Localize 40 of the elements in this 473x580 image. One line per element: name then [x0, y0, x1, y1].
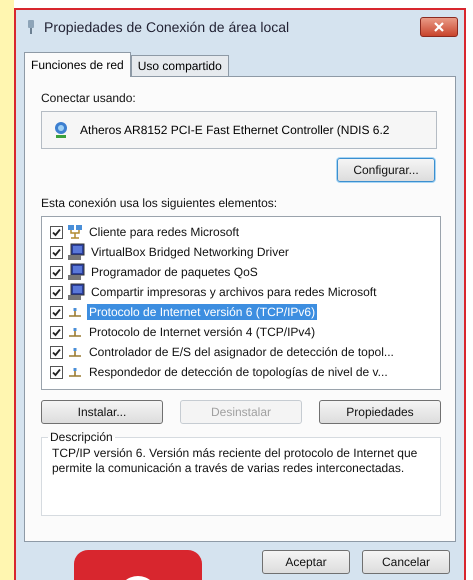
dialog-button[interactable]: Cancelar: [362, 550, 450, 574]
connector-icon: [67, 366, 83, 378]
list-item[interactable]: Compartir impresoras y archivos para redes Microsoft: [89, 284, 378, 300]
action-button[interactable]: Propiedades: [319, 400, 441, 424]
list-item[interactable]: VirtualBox Bridged Networking Driver: [89, 244, 291, 260]
window-title: Propiedades de Conexión de área local: [44, 19, 290, 35]
network-adapter-icon: [52, 121, 70, 139]
checkbox[interactable]: [50, 346, 63, 358]
tab[interactable]: Funciones de red: [24, 52, 131, 77]
computer-icon: [67, 243, 85, 261]
list-item[interactable]: Controlador de E/S del asignador de detección de topol...: [87, 344, 396, 360]
checkbox[interactable]: [50, 286, 63, 298]
close-button[interactable]: [420, 17, 458, 37]
list-item[interactable]: Protocolo de Internet versión 4 (TCP/IPv4): [87, 324, 318, 340]
configure-button[interactable]: Configurar...: [337, 158, 435, 182]
computer-icon: [67, 263, 85, 281]
checkbox[interactable]: [50, 306, 63, 318]
list-item[interactable]: Cliente para redes Microsoft: [87, 224, 242, 240]
checkbox[interactable]: [50, 226, 63, 238]
description-text: TCP/IP versión 6. Versión más reciente del protocolo de Internet que permite la comunicación a través de varias redes interconectadas.: [52, 446, 418, 476]
checkbox[interactable]: [50, 326, 63, 338]
checkbox[interactable]: [50, 366, 63, 378]
network-icon: [67, 224, 83, 240]
dialog-button[interactable]: Aceptar: [262, 550, 350, 574]
adapter-name: Atheros AR8152 PCI-E Fast Ethernet Controller (NDIS 6.2: [80, 123, 390, 137]
close-icon: [434, 22, 444, 32]
network-plug-icon: [26, 19, 36, 35]
group-title: Descripción: [49, 430, 114, 444]
action-button[interactable]: Instalar...: [41, 400, 163, 424]
connector-icon: [67, 346, 83, 358]
checkbox[interactable]: [50, 266, 63, 278]
list-item[interactable]: Respondedor de detección de topologías de nivel de v...: [87, 364, 390, 380]
connector-icon: [67, 306, 83, 318]
field-label: Conectar usando:: [41, 91, 137, 105]
tab[interactable]: Uso compartido: [130, 55, 229, 77]
checkbox[interactable]: [50, 246, 63, 258]
list-item[interactable]: Programador de paquetes QoS: [89, 264, 260, 280]
connector-icon: [67, 326, 83, 338]
list-label: Esta conexión usa los siguientes elementos:: [41, 196, 278, 210]
computer-icon: [67, 283, 85, 301]
